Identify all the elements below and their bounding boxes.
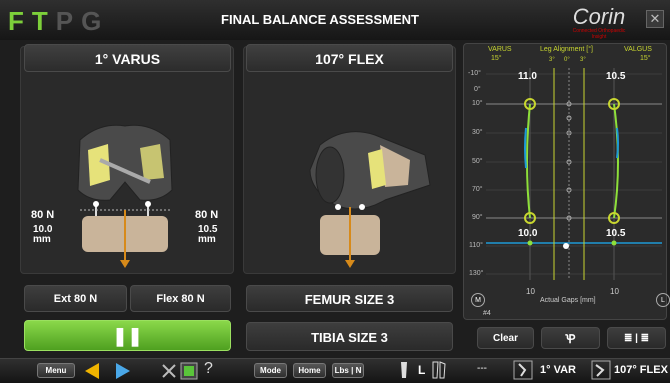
forward-arrow-icon[interactable] — [114, 361, 132, 381]
back-arrow-icon[interactable] — [83, 361, 101, 381]
lateral-marker[interactable]: L — [656, 293, 670, 307]
valgus-axis-label: VALGUS — [624, 46, 652, 53]
graph-id: #4 — [483, 310, 491, 317]
y-label-neg10: -10° — [468, 70, 481, 77]
help-button[interactable]: ? — [204, 360, 213, 378]
comment-button[interactable]: Ꝕ — [541, 327, 600, 349]
y-label-30: 30° — [472, 129, 483, 136]
y-label-0: 0° — [474, 86, 481, 93]
brand-tagline: Connected Orthopaedic Insight — [572, 28, 626, 40]
side-label: L — [418, 363, 426, 377]
clear-button[interactable]: Clear — [477, 327, 534, 349]
ext-force-button[interactable]: Ext 80 N — [24, 285, 127, 312]
bottom-right-gap-value: 10.5 — [606, 228, 626, 239]
units-toggle[interactable]: Lbs | N — [332, 363, 364, 378]
knee-view-icon[interactable] — [430, 360, 448, 380]
close-button[interactable]: ✕ — [646, 10, 664, 28]
varus-header: 1° VARUS — [24, 44, 231, 72]
bottom-left-gap-value: 10.0 — [518, 228, 538, 239]
menu-button[interactable]: Menu — [37, 363, 75, 378]
varus-degree: 15° — [491, 55, 502, 62]
mode-button[interactable]: Mode — [254, 363, 287, 378]
flex-leg-icon — [591, 360, 611, 380]
x-tick-right: 10 — [610, 287, 619, 296]
x-axis-title: Actual Gaps [mm] — [540, 297, 596, 304]
x-tick-left: 10 — [526, 287, 535, 296]
y-label-70: 70° — [472, 186, 483, 193]
speech-bubble-icon: Ꝕ — [565, 332, 576, 346]
flex-force-button[interactable]: Flex 80 N — [130, 285, 231, 312]
top-right-gap-value: 10.5 — [606, 71, 626, 82]
pause-button[interactable]: ❚❚ — [24, 320, 231, 351]
y-label-90: 90° — [472, 214, 483, 221]
varus-axis-label: VARUS — [488, 46, 512, 53]
varus-status: 1° VAR — [540, 364, 576, 376]
camera-icon[interactable] — [180, 362, 198, 380]
pause-icon: ❚❚ — [112, 326, 143, 346]
ftpg-logo: FTPG — [8, 6, 110, 36]
top-left-gap-value: 11.0 — [518, 71, 537, 82]
leg-icon[interactable] — [396, 360, 412, 380]
tools-icon[interactable] — [160, 362, 178, 380]
y-label-110: 110° — [469, 242, 483, 249]
y-label-50: 50° — [472, 158, 483, 165]
deg-tick-right: 3° — [580, 57, 586, 63]
knee-extension-model[interactable] — [60, 120, 190, 270]
brand-logo: Corin — [572, 4, 626, 29]
status-dashes: --- — [477, 363, 487, 374]
tibia-size-button[interactable]: TIBIA SIZE 3 — [246, 322, 453, 351]
page-title: FINAL BALANCE ASSESSMENT — [221, 12, 419, 27]
medial-marker[interactable]: M — [471, 293, 485, 307]
lateral-gap-unit: mm — [198, 234, 216, 245]
varus-leg-icon — [513, 360, 533, 380]
lateral-force: 80 N — [195, 209, 219, 221]
femur-size-button[interactable]: FEMUR SIZE 3 — [246, 285, 453, 312]
gap-chart — [486, 68, 662, 280]
deg-tick-left: 3° — [549, 57, 555, 63]
y-label-10: 10° — [472, 100, 483, 107]
flex-header: 107° FLEX — [246, 44, 453, 72]
list-view-button[interactable]: ≣ | ≣ — [607, 327, 666, 349]
graph-title: Leg Alignment [°] — [540, 46, 593, 53]
knee-flexion-model[interactable] — [290, 115, 440, 270]
valgus-degree: 15° — [640, 55, 651, 62]
medial-gap-unit: mm — [33, 234, 51, 245]
flex-status: 107° FLEX — [614, 364, 668, 376]
medial-force: 80 N — [31, 209, 55, 221]
home-button[interactable]: Home — [293, 363, 326, 378]
deg-tick-center: 0° — [564, 57, 570, 63]
y-label-130: 130° — [469, 270, 484, 277]
